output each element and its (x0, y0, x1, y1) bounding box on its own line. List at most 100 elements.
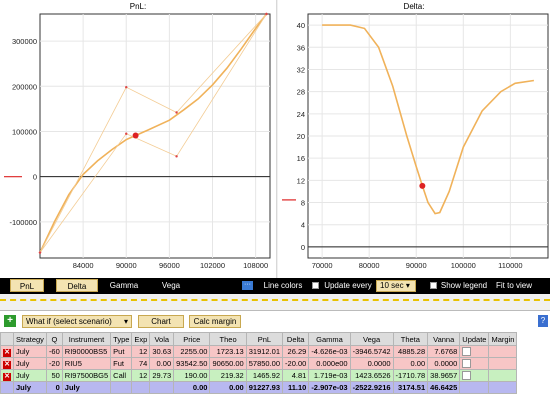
table-cell[interactable]: -2.907e-03 (308, 381, 351, 394)
delta-tab[interactable]: Delta (56, 279, 98, 292)
header-cell[interactable]: Vega (349, 332, 394, 346)
header-cell[interactable]: Update (459, 332, 490, 346)
table-cell[interactable]: 0 (45, 381, 63, 394)
table-cell[interactable]: 219.32 (209, 369, 247, 382)
table-cell[interactable]: 0.00 (392, 357, 429, 370)
table-cell[interactable]: 0.00 (149, 357, 175, 370)
table-cell[interactable]: 46.6425 (427, 381, 461, 394)
table-cell[interactable]: -3946.5742 (349, 345, 394, 358)
header-cell[interactable]: Gamma (308, 332, 351, 346)
header-cell[interactable]: Q (45, 332, 63, 346)
table-cell[interactable]: 0.00 (173, 381, 211, 394)
table-cell[interactable] (459, 369, 490, 382)
add-icon[interactable]: + (4, 315, 16, 327)
show-legend-checkbox[interactable] (430, 282, 437, 289)
table-cell[interactable]: 12 (131, 345, 151, 358)
table-cell[interactable]: 50 (45, 369, 63, 382)
pnl-tab[interactable]: PnL (10, 279, 44, 292)
table-cell[interactable]: 30.63 (149, 345, 175, 358)
gamma-tab[interactable]: Gamma (104, 279, 144, 292)
table-cell[interactable]: -20 (45, 357, 63, 370)
table-cell[interactable]: 0.0000 (349, 357, 394, 370)
update-checkbox[interactable] (462, 371, 472, 381)
table-cell[interactable] (488, 345, 518, 358)
header-cell[interactable]: Delta (282, 332, 310, 346)
header-cell[interactable]: Theta (392, 332, 429, 346)
table-cell[interactable] (110, 381, 133, 394)
table-cell[interactable]: 91227.93 (245, 381, 284, 394)
table-cell[interactable]: 74 (131, 357, 151, 370)
update-checkbox[interactable] (462, 347, 472, 357)
header-cell[interactable]: PnL (245, 332, 284, 346)
panel-splitter[interactable] (0, 294, 550, 310)
table-cell[interactable]: 0.0000 (427, 357, 461, 370)
header-cell[interactable]: Type (110, 332, 133, 346)
header-cell[interactable]: Margin (488, 332, 518, 346)
table-cell[interactable]: 2255.00 (173, 345, 211, 358)
header-cell[interactable]: Price (173, 332, 211, 346)
table-cell[interactable]: 1723.13 (209, 345, 247, 358)
pnl-chart-panel[interactable]: PnL: 300000 200000 100000 0 -100000 84000 9000… (0, 0, 277, 278)
table-row[interactable]: ✕ July -60 RI90000BS5 Put 12 30.63 2255.00 1723.… (0, 345, 518, 358)
table-cell[interactable] (131, 381, 151, 394)
table-cell[interactable]: 7.6768 (427, 345, 461, 358)
table-cell[interactable] (459, 381, 490, 394)
scenario-select[interactable]: What if (select scenario) ▾ (22, 315, 132, 328)
table-cell[interactable]: 12 (131, 369, 151, 382)
table-cell[interactable]: July (61, 381, 112, 394)
header-cell[interactable]: Theo (209, 332, 247, 346)
fit-to-view-button[interactable]: Fit to view (494, 279, 534, 292)
table-cell[interactable]: 190.00 (173, 369, 211, 382)
remove-row-icon[interactable]: ✕ (3, 348, 11, 357)
table-cell[interactable]: RIU5 (61, 357, 112, 370)
table-cell[interactable] (488, 357, 518, 370)
table-cell[interactable]: 29.73 (149, 369, 175, 382)
table-cell[interactable]: 3174.51 (392, 381, 429, 394)
table-cell[interactable] (459, 345, 490, 358)
table-cell[interactable] (488, 381, 518, 394)
table-cell[interactable]: 26.29 (282, 345, 310, 358)
table-cell[interactable]: 11.10 (282, 381, 310, 394)
table-cell[interactable]: RI97500BG5 (61, 369, 112, 382)
table-cell[interactable] (488, 369, 518, 382)
help-icon[interactable]: ? (538, 315, 548, 327)
table-row[interactable]: ✕ July -20 RIU5 Fut 74 0.00 93542.50 90650.00 578… (0, 357, 518, 370)
header-cell[interactable]: Instrument (61, 332, 112, 346)
table-cell[interactable]: -4.626e-03 (308, 345, 351, 358)
delta-chart-panel[interactable]: Delta: 40 36 32 28 24 20 16 12 8 4 0 70000 80000 9000… (278, 0, 550, 278)
table-cell[interactable]: July (13, 369, 47, 382)
table-row[interactable]: July 0 July 0.00 0.00 91227.93 11.10 -2.907e-03… (0, 381, 518, 394)
table-cell[interactable]: 1423.6526 (349, 369, 394, 382)
table-cell[interactable]: 4885.28 (392, 345, 429, 358)
header-cell[interactable]: Strategy (13, 332, 47, 346)
update-every-checkbox[interactable] (312, 282, 319, 289)
table-cell[interactable]: -20.00 (282, 357, 310, 370)
table-cell[interactable]: July (13, 381, 47, 394)
table-cell[interactable]: July (13, 357, 47, 370)
line-colors-icon[interactable]: ··· (242, 281, 253, 290)
table-cell[interactable] (459, 357, 490, 370)
table-cell[interactable]: Fut (110, 357, 133, 370)
table-cell[interactable]: July (13, 345, 47, 358)
table-cell[interactable]: -60 (45, 345, 63, 358)
table-cell[interactable]: 1.719e-03 (308, 369, 351, 382)
table-cell[interactable]: 90650.00 (209, 357, 247, 370)
header-cell[interactable]: Exp (131, 332, 151, 346)
chart-button[interactable]: Chart (138, 315, 184, 328)
table-cell[interactable]: 31912.01 (245, 345, 284, 358)
table-cell[interactable]: 4.81 (282, 369, 310, 382)
calc-margin-button[interactable]: Calc margin (189, 315, 241, 328)
pnl-chart[interactable]: 300000 200000 100000 0 -100000 84000 90000 9600… (0, 0, 276, 278)
table-cell[interactable]: 0.000e00 (308, 357, 351, 370)
table-cell[interactable]: 93542.50 (173, 357, 211, 370)
remove-row-icon[interactable]: ✕ (3, 360, 11, 369)
table-cell[interactable]: Put (110, 345, 133, 358)
header-cell[interactable]: Vanna (427, 332, 461, 346)
table-cell[interactable]: -1710.78 (392, 369, 429, 382)
table-row[interactable]: ✕ July 50 RI97500BG5 Call 12 29.73 190.00 219.32… (0, 369, 518, 382)
delta-chart[interactable]: 403632282420161284070000 80000 90000 100000… (278, 0, 550, 278)
table-cell[interactable]: Call (110, 369, 133, 382)
table-cell[interactable]: 1465.92 (245, 369, 284, 382)
table-cell[interactable] (149, 381, 175, 394)
update-interval-select[interactable]: 10 sec ▾ (376, 280, 416, 292)
